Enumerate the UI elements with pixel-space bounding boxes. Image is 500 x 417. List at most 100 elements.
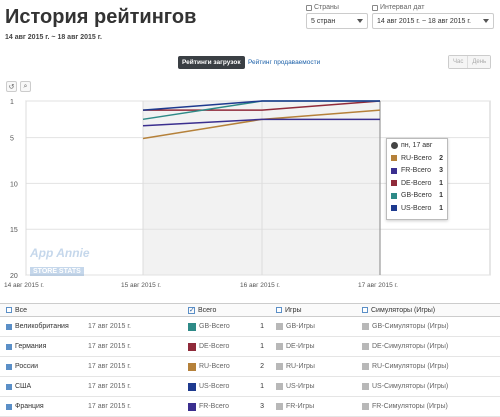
games-cell[interactable]: DE-Игры <box>276 343 315 350</box>
total-rank: 1 <box>260 323 264 330</box>
games-label: FR-Игры <box>286 403 315 410</box>
total-label: GB-Всего <box>199 323 230 330</box>
tab-sales-ratings[interactable]: Рейтинг продаваемости <box>244 56 324 69</box>
total-rank: 2 <box>260 363 264 370</box>
checkbox-checked[interactable] <box>6 383 12 390</box>
series-swatch <box>188 322 196 331</box>
tooltip-series-value: 1 <box>439 192 443 200</box>
games-label: US-Игры <box>286 383 315 390</box>
chevron-down-icon <box>483 19 489 23</box>
tooltip-row: FR-Всего 3 <box>391 165 443 178</box>
table-row: Германия 17 авг 2015 г. DE-Всего 1 DE-Иг… <box>0 337 500 357</box>
header-total[interactable]: ✓ Всего <box>188 306 216 314</box>
y-tick-label: 10 <box>10 181 18 188</box>
checkbox-checked[interactable] <box>6 363 12 370</box>
games-cell[interactable]: GB-Игры <box>276 323 315 330</box>
watermark-badge: STORE STATS <box>30 267 84 276</box>
checkbox-checked[interactable] <box>6 343 12 350</box>
games-cell[interactable]: RU-Игры <box>276 363 315 370</box>
sim-cell[interactable]: RU-Симуляторы (Игры) <box>362 363 449 370</box>
y-tick-label: 5 <box>10 136 14 143</box>
date-cell: 17 авг 2015 г. <box>88 383 132 390</box>
zoom-button[interactable]: ⌕ <box>20 81 31 92</box>
table-row: Франция 17 авг 2015 г. FR-Всего 3 FR-Игр… <box>0 397 500 417</box>
tooltip-row: RU-Всего 2 <box>391 152 443 165</box>
chevron-down-icon <box>357 19 363 23</box>
countries-label: Страны <box>306 4 339 11</box>
date-cell: 17 авг 2015 г. <box>88 323 132 330</box>
x-tick-label: 17 авг 2015 г. <box>358 282 398 289</box>
sim-cell[interactable]: US-Симуляторы (Игры) <box>362 383 448 390</box>
interval-select[interactable]: 14 авг 2015 г. ~ 18 авг 2015 г. <box>372 13 494 29</box>
tooltip-title: пн, 17 авг <box>401 142 433 149</box>
tooltip-series-name: DE-Всего <box>401 179 432 187</box>
tooltip-series-name: RU-Всего <box>401 154 432 162</box>
series-swatch <box>391 167 397 174</box>
games-label: RU-Игры <box>286 363 315 370</box>
series-swatch <box>188 402 196 411</box>
sim-cell[interactable]: FR-Симуляторы (Игры) <box>362 403 448 410</box>
series-swatch <box>362 323 369 330</box>
table-row: США 17 авг 2015 г. US-Всего 1 US-Игры US… <box>0 377 500 397</box>
total-cell[interactable]: GB-Всего <box>188 322 230 331</box>
watermark-logo: App Annie STORE STATS <box>30 246 90 278</box>
games-label: DE-Игры <box>286 343 315 350</box>
countries-select[interactable]: 5 стран <box>306 13 368 29</box>
ratings-table: Все ✓ Всего Игры Симуляторы (Игры) Велик… <box>0 303 500 417</box>
total-cell[interactable]: FR-Всего <box>188 402 230 411</box>
series-swatch <box>391 192 397 199</box>
checkbox[interactable] <box>276 307 282 313</box>
header-simulators[interactable]: Симуляторы (Игры) <box>362 307 435 314</box>
page-title: История рейтингов <box>5 6 197 28</box>
series-swatch <box>276 383 283 390</box>
tooltip-series-name: US-Всего <box>401 204 432 212</box>
country-name: России <box>15 363 39 370</box>
country-name: Франция <box>15 403 44 410</box>
checkbox-checked[interactable] <box>6 323 12 330</box>
watermark-text: App Annie <box>30 246 90 260</box>
country-cell[interactable]: России <box>6 363 38 370</box>
games-cell[interactable]: US-Игры <box>276 383 315 390</box>
country-cell[interactable]: Франция <box>6 403 44 410</box>
games-cell[interactable]: FR-Игры <box>276 403 314 410</box>
table-row: Великобритания 17 авг 2015 г. GB-Всего 1… <box>0 317 500 337</box>
checkbox[interactable] <box>6 307 12 313</box>
sim-cell[interactable]: GB-Симуляторы (Игры) <box>362 323 449 330</box>
series-swatch <box>362 383 369 390</box>
granularity-hour[interactable]: Час <box>449 56 468 68</box>
sim-cell[interactable]: DE-Симуляторы (Игры) <box>362 343 448 350</box>
country-name: Германия <box>15 343 47 350</box>
total-rank: 1 <box>260 343 264 350</box>
sim-label: GB-Симуляторы (Игры) <box>372 323 449 330</box>
tooltip-series-name: FR-Всего <box>401 167 432 175</box>
country-cell[interactable]: Германия <box>6 343 46 350</box>
table-row: России 17 авг 2015 г. RU-Всего 2 RU-Игры… <box>0 357 500 377</box>
header-games[interactable]: Игры <box>276 307 302 314</box>
total-cell[interactable]: US-Всего <box>188 382 230 391</box>
total-label: US-Всего <box>199 383 230 390</box>
checkbox-checked[interactable]: ✓ <box>188 306 195 314</box>
checkbox-checked[interactable] <box>6 403 12 410</box>
zoom-icon: ⌕ <box>23 82 28 90</box>
tab-download-ratings[interactable]: Рейтинги загрузок <box>178 56 245 69</box>
globe-icon <box>391 142 398 149</box>
series-swatch <box>391 155 397 162</box>
sim-label: RU-Симуляторы (Игры) <box>372 363 449 370</box>
total-cell[interactable]: DE-Всего <box>188 342 229 351</box>
series-swatch <box>276 323 283 330</box>
total-rank: 1 <box>260 383 264 390</box>
games-label: GB-Игры <box>286 323 315 330</box>
table-header: Все ✓ Всего Игры Симуляторы (Игры) <box>0 303 500 317</box>
series-swatch <box>362 343 369 350</box>
header-all[interactable]: Все <box>6 307 27 314</box>
checkbox[interactable] <box>362 307 368 313</box>
granularity-day[interactable]: День <box>467 56 491 68</box>
reset-button[interactable]: ↺ <box>6 81 17 92</box>
country-cell[interactable]: Великобритания <box>6 323 69 330</box>
country-name: Великобритания <box>15 323 69 330</box>
tooltip-series-value: 1 <box>439 204 443 212</box>
total-label: FR-Всего <box>199 403 230 410</box>
total-cell[interactable]: RU-Всего <box>188 362 230 371</box>
country-cell[interactable]: США <box>6 383 31 390</box>
tooltip-series-name: GB-Всего <box>401 192 432 200</box>
